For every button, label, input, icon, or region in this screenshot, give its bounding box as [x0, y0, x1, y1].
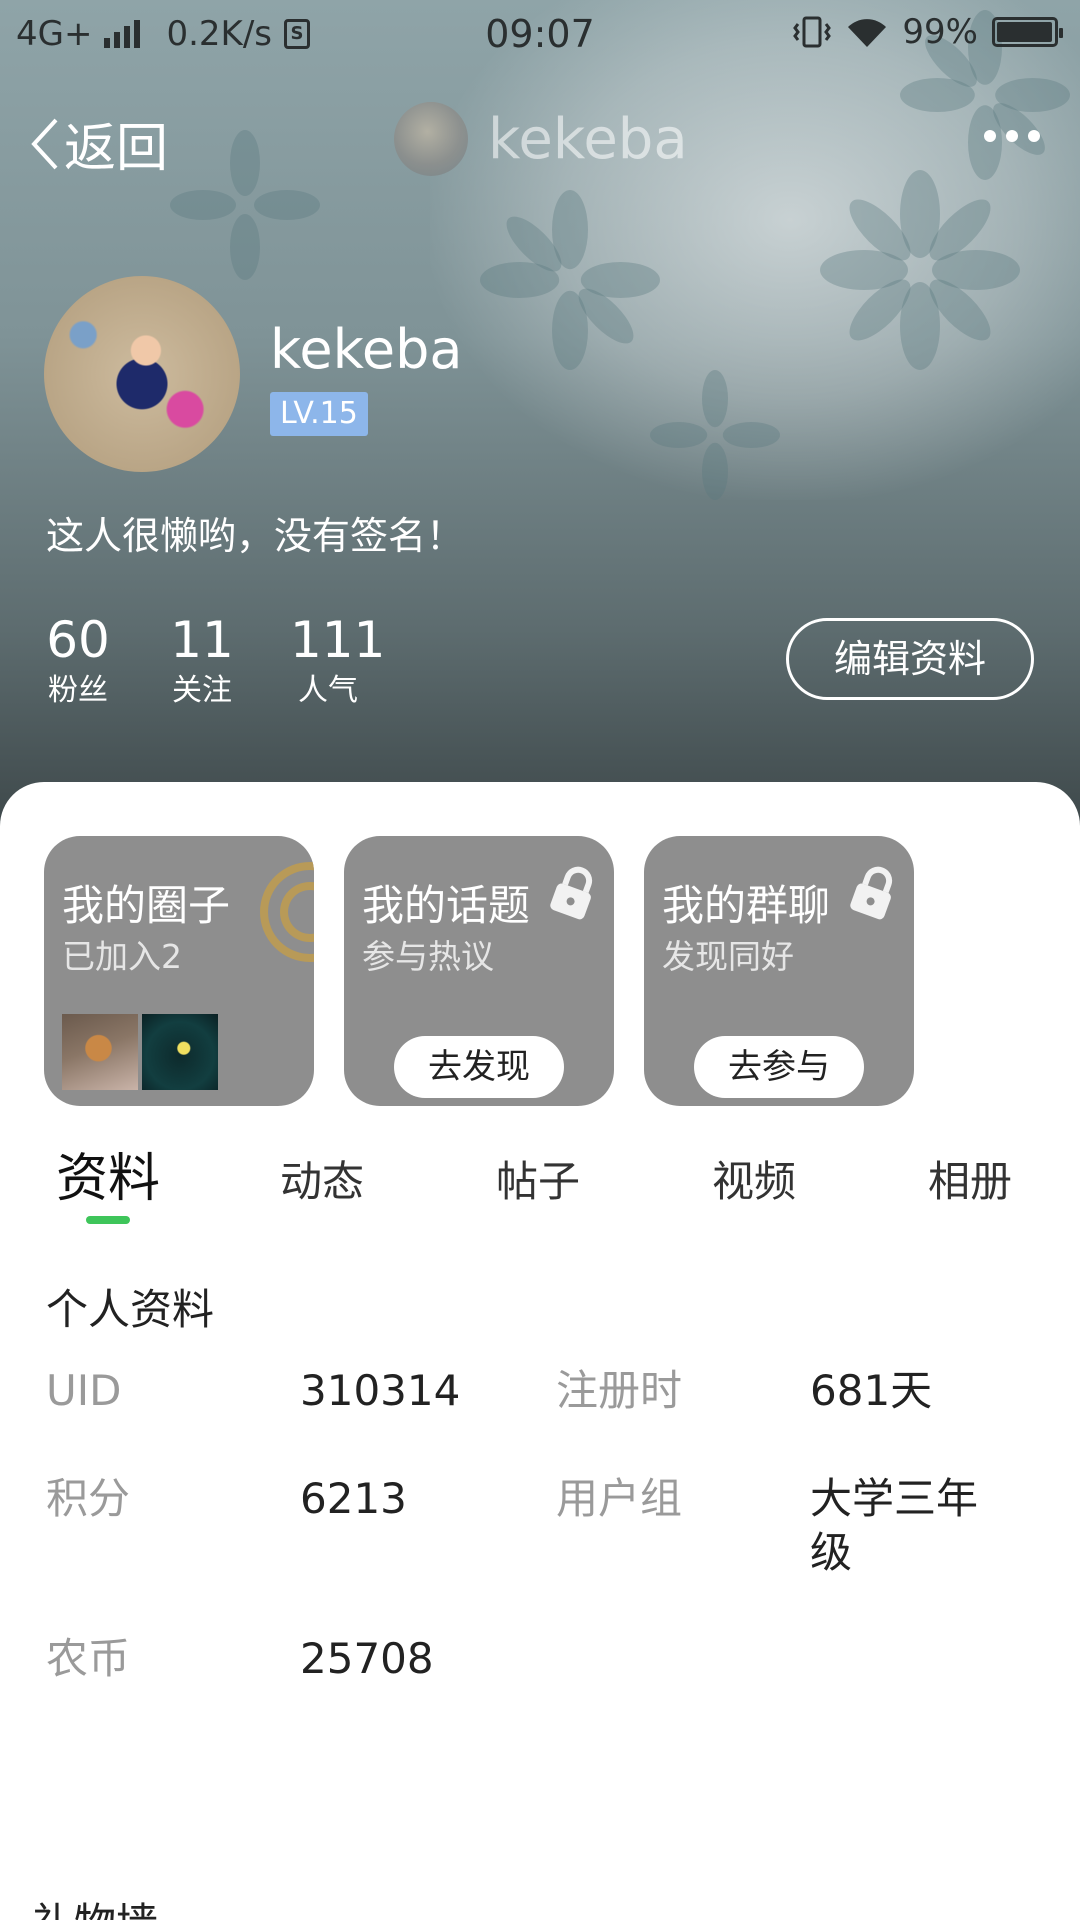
tab-profile[interactable]: 资料	[56, 1136, 160, 1211]
stat-label: 粉丝	[48, 673, 108, 708]
level-badge: LV.15	[270, 392, 368, 436]
tab-posts[interactable]: 帖子	[496, 1148, 580, 1209]
card-subtitle: 已加入2	[62, 937, 182, 976]
tab-album[interactable]: 相册	[928, 1148, 1012, 1209]
stat-value: 111	[290, 611, 386, 669]
nav-avatar	[394, 102, 468, 176]
card-subtitle: 参与热议	[362, 937, 494, 976]
feature-cards: 我的圈子 已加入2 我的话题 参与热议 去发现 我的群聊 发现同好 去参与	[44, 836, 914, 1106]
stat-label: 关注	[172, 673, 232, 708]
circle-thumbnail[interactable]	[142, 1014, 218, 1090]
info-value: 310314	[300, 1366, 461, 1415]
tab-activity[interactable]: 动态	[280, 1148, 364, 1209]
info-value: 25708	[300, 1634, 434, 1683]
info-key: UID	[46, 1366, 122, 1415]
signature: 这人很懒哟，没有签名！	[46, 514, 465, 558]
back-button[interactable]: 返回	[28, 106, 168, 181]
circle-ring-icon	[260, 862, 314, 962]
card-my-circles[interactable]: 我的圈子 已加入2	[44, 836, 314, 1106]
discover-button[interactable]: 去发现	[394, 1036, 564, 1098]
stat-value: 60	[46, 611, 110, 669]
info-key: 用户组	[556, 1474, 683, 1523]
card-title: 我的话题	[362, 881, 531, 930]
status-bar: 4G+ 0.2K/s S 09:07 99%	[0, 0, 1080, 72]
flower-decoration	[480, 190, 660, 370]
stat-label: 人气	[298, 673, 358, 708]
wifi-icon	[848, 19, 887, 47]
info-key: 积分	[46, 1474, 131, 1523]
stat-value: 11	[170, 611, 234, 669]
tab-indicator	[86, 1216, 130, 1224]
card-title: 我的圈子	[62, 881, 231, 930]
edit-profile-button[interactable]: 编辑资料	[786, 618, 1034, 700]
nav-title-text: kekeba	[488, 106, 688, 172]
battery-icon	[992, 17, 1063, 47]
chevron-left-icon	[31, 118, 58, 169]
stat-following[interactable]: 11 关注	[170, 612, 234, 714]
card-my-group-chats[interactable]: 我的群聊 发现同好 去参与	[644, 836, 914, 1106]
info-value: 6213	[300, 1474, 407, 1523]
profile-stats: 60 粉丝 11 关注 111 人气	[46, 611, 386, 714]
info-value: 681天	[810, 1366, 933, 1415]
info-key: 注册时	[556, 1366, 683, 1415]
flower-decoration	[820, 170, 1020, 370]
status-bar-right: 99%	[792, 12, 1063, 52]
card-title: 我的群聊	[662, 881, 831, 930]
username: kekeba	[270, 318, 463, 381]
circle-thumbnail[interactable]	[62, 1014, 138, 1090]
back-button-label: 返回	[64, 119, 169, 179]
card-my-topics[interactable]: 我的话题 参与热议 去发现	[344, 836, 614, 1106]
card-subtitle: 发现同好	[662, 937, 794, 976]
nav-title: kekeba	[394, 102, 688, 176]
section-title: 个人资料	[46, 1285, 215, 1334]
nav-bar: 返回 kekeba	[0, 90, 1080, 190]
stat-fans[interactable]: 60 粉丝	[46, 612, 110, 714]
join-button[interactable]: 去参与	[694, 1036, 864, 1098]
info-value: 大学三年级	[810, 1474, 979, 1577]
gift-wall-title: 礼物墙	[32, 1890, 158, 1920]
battery-percent: 99%	[902, 12, 978, 52]
vibrate-icon	[793, 16, 832, 48]
lock-icon	[850, 866, 893, 920]
profile-tabs: 资料 动态 帖子 视频 相册	[0, 1136, 1080, 1226]
stat-popularity[interactable]: 111 人气	[290, 611, 386, 714]
info-key: 农币	[46, 1634, 131, 1683]
tab-videos[interactable]: 视频	[712, 1148, 796, 1209]
flower-decoration	[650, 370, 780, 500]
lock-icon	[550, 866, 593, 920]
avatar[interactable]	[44, 276, 240, 472]
more-options-icon[interactable]	[984, 130, 1040, 142]
